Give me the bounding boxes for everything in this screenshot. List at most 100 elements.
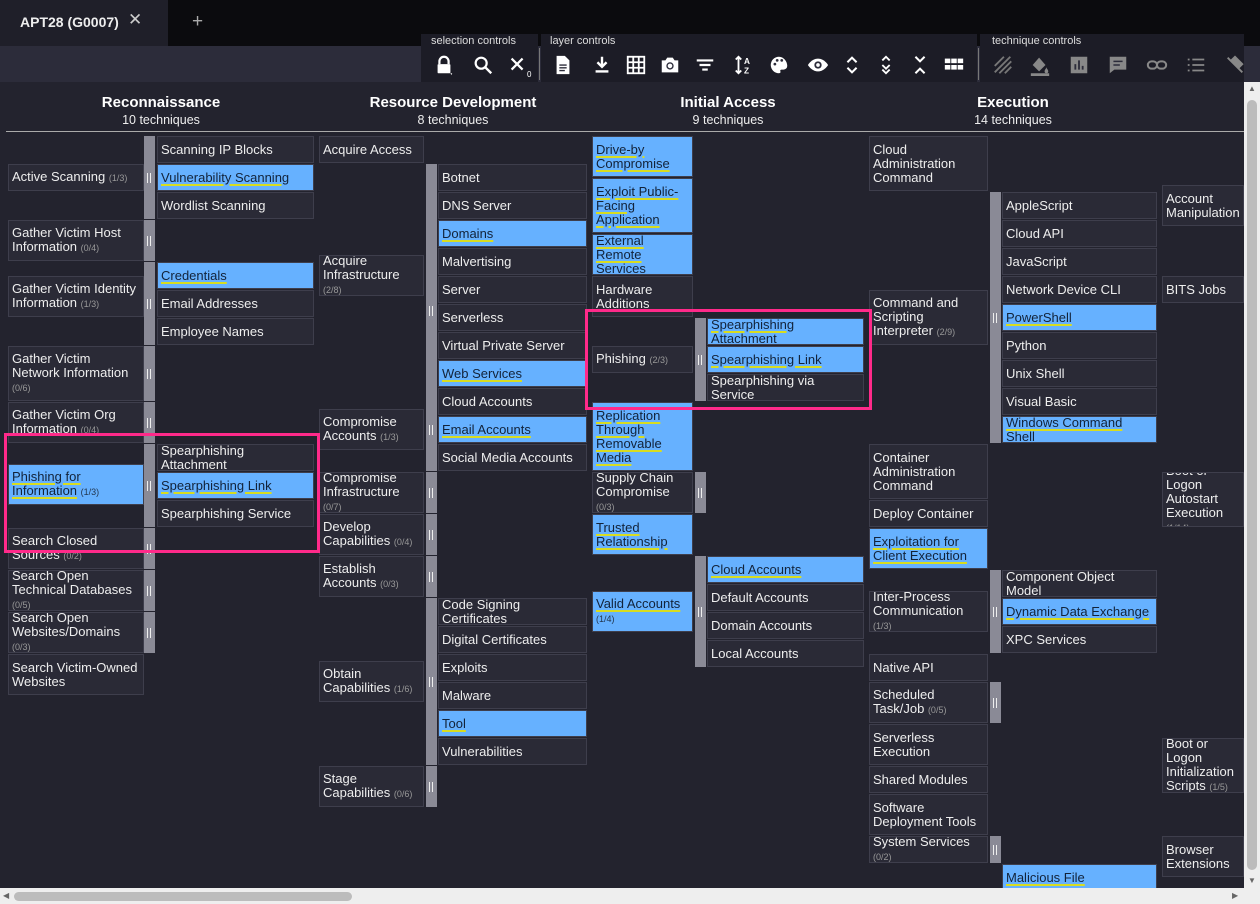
technique-cell[interactable]: Active Scanning (1/3) — [8, 164, 144, 191]
clear-annotations-icon[interactable] — [1222, 52, 1248, 78]
comment-icon[interactable] — [1105, 52, 1131, 78]
layer-tab[interactable]: APT28 (G0007) ✕ — [0, 0, 168, 46]
technique-cell[interactable]: Malvertising — [438, 248, 587, 275]
vertical-scrollbar[interactable]: ▲ ▼ — [1244, 82, 1260, 888]
technique-cell[interactable]: Visual Basic — [1002, 388, 1157, 415]
technique-cell[interactable]: System Services (0/2) — [869, 836, 988, 863]
technique-cell[interactable]: Stage Capabilities (0/6) — [319, 766, 424, 807]
technique-cell[interactable]: Obtain Capabilities (1/6) — [319, 661, 424, 702]
technique-cell[interactable]: JavaScript — [1002, 248, 1157, 275]
expand-subtechniques-icon[interactable] — [839, 52, 865, 78]
technique-cell[interactable]: Search Victim-Owned Websites — [8, 654, 144, 695]
technique-cell[interactable]: XPC Services — [1002, 626, 1157, 653]
close-tab-icon[interactable]: ✕ — [128, 10, 142, 30]
vertical-scrollbar-thumb[interactable] — [1247, 100, 1257, 870]
fill-color-icon[interactable] — [1027, 52, 1053, 78]
technique-cell[interactable]: Server — [438, 276, 587, 303]
technique-cell[interactable]: Acquire Access — [319, 136, 424, 163]
technique-cell[interactable]: PowerShell — [1002, 304, 1157, 331]
technique-cell[interactable]: AppleScript — [1002, 192, 1157, 219]
technique-cell[interactable]: Deploy Container — [869, 500, 988, 527]
tactic-header-reconnaissance[interactable]: Reconnaissance 10 techniques — [50, 94, 272, 127]
export-file-icon[interactable] — [550, 52, 576, 78]
technique-cell[interactable]: Shared Modules — [869, 766, 988, 793]
link-icon[interactable] — [1144, 52, 1170, 78]
tactic-header-initial-access[interactable]: Initial Access 9 techniques — [617, 94, 839, 127]
technique-cell[interactable]: Native API — [869, 654, 988, 681]
subtechnique-toggle[interactable] — [990, 682, 1001, 723]
subtechnique-toggle[interactable] — [990, 570, 1001, 653]
technique-cell[interactable]: Cloud Accounts — [438, 388, 587, 415]
technique-cell[interactable]: Replication Through Removable Media — [592, 402, 693, 471]
technique-cell[interactable]: Digital Certificates — [438, 626, 587, 653]
subtechnique-toggle[interactable] — [426, 472, 437, 513]
new-tab-button[interactable]: + — [192, 11, 203, 33]
technique-cell[interactable]: Email Accounts — [438, 416, 587, 443]
technique-cell[interactable]: Acquire Infrastructure (2/8) — [319, 255, 424, 296]
technique-cell[interactable]: Web Services — [438, 360, 587, 387]
subtechnique-toggle[interactable] — [426, 766, 437, 807]
subtechnique-toggle[interactable] — [144, 262, 155, 345]
technique-cell[interactable]: Browser Extensions — [1162, 836, 1244, 877]
filter-icon[interactable] — [692, 52, 718, 78]
technique-cell[interactable]: Trusted Relationship — [592, 514, 693, 555]
technique-cell[interactable]: Vulnerabilities — [438, 738, 587, 765]
technique-cell[interactable]: Supply Chain Compromise (0/3) — [592, 472, 693, 513]
technique-cell[interactable]: Gather Victim Network Information (0/6) — [8, 346, 144, 401]
eye-icon[interactable] — [805, 52, 831, 78]
collapse-subtechniques-icon[interactable] — [873, 52, 899, 78]
technique-cell[interactable]: Exploits — [438, 654, 587, 681]
subtechnique-toggle[interactable] — [426, 598, 437, 765]
subtechnique-toggle[interactable] — [144, 136, 155, 219]
technique-cell[interactable]: Compromise Accounts (1/3) — [319, 409, 424, 450]
tactic-header-execution[interactable]: Execution 14 techniques — [902, 94, 1124, 127]
scroll-left-arrow-icon[interactable]: ◀ — [3, 891, 9, 900]
download-icon[interactable] — [589, 52, 615, 78]
technique-cell[interactable]: Local Accounts — [707, 640, 864, 667]
tactic-header-resource-development[interactable]: Resource Development 8 techniques — [342, 94, 564, 127]
horizontal-scrollbar-thumb[interactable] — [14, 892, 352, 901]
subtechnique-toggle[interactable] — [144, 346, 155, 401]
technique-cell[interactable]: Dynamic Data Exchange — [1002, 598, 1157, 625]
search-icon[interactable] — [470, 52, 496, 78]
subtechnique-toggle[interactable] — [426, 388, 437, 471]
technique-cell[interactable]: DNS Server — [438, 192, 587, 219]
subtechnique-toggle[interactable] — [990, 192, 1001, 443]
technique-cell[interactable]: External Remote Services — [592, 234, 693, 275]
technique-cell[interactable]: Gather Victim Host Information (0/4) — [8, 220, 144, 261]
subtechnique-toggle[interactable] — [426, 556, 437, 597]
technique-cell[interactable]: Python — [1002, 332, 1157, 359]
technique-cell[interactable]: Valid Accounts (1/4) — [592, 591, 693, 632]
background-color-disabled-icon[interactable] — [990, 52, 1016, 78]
technique-cell[interactable]: Network Device CLI — [1002, 276, 1157, 303]
technique-cell[interactable]: Command and Scripting Interpreter (2/9) — [869, 290, 988, 345]
technique-cell[interactable]: Employee Names — [157, 318, 314, 345]
technique-cell[interactable]: Code Signing Certificates — [438, 598, 587, 625]
technique-cell[interactable]: Software Deployment Tools — [869, 794, 988, 835]
technique-cell[interactable]: Exploitation for Client Execution — [869, 528, 988, 569]
scoring-icon[interactable] — [1066, 52, 1092, 78]
technique-cell[interactable]: Boot or Logon Initialization Scripts (1/… — [1162, 738, 1244, 793]
technique-cell[interactable]: Container Administration Command — [869, 444, 988, 499]
subtechnique-toggle[interactable] — [695, 556, 706, 667]
metadata-icon[interactable] — [1183, 52, 1209, 78]
technique-cell[interactable]: Credentials — [157, 262, 314, 289]
layout-icon[interactable] — [941, 52, 967, 78]
subtechnique-toggle[interactable] — [144, 612, 155, 653]
technique-cell[interactable]: Social Media Accounts — [438, 444, 587, 471]
technique-cell[interactable]: Wordlist Scanning — [157, 192, 314, 219]
technique-cell[interactable]: Compromise Infrastructure (0/7) — [319, 472, 424, 513]
color-palette-icon[interactable] — [766, 52, 792, 78]
technique-cell[interactable]: Exploit Public-Facing Application — [592, 178, 693, 233]
technique-cell[interactable]: Scanning IP Blocks — [157, 136, 314, 163]
camera-icon[interactable] — [657, 52, 683, 78]
collapse-all-icon[interactable] — [907, 52, 933, 78]
technique-cell[interactable]: Develop Capabilities (0/4) — [319, 514, 424, 555]
technique-cell[interactable]: Gather Victim Identity Information (1/3) — [8, 276, 144, 317]
technique-cell[interactable]: Domains — [438, 220, 587, 247]
technique-cell[interactable]: Search Open Technical Databases (0/5) — [8, 570, 144, 611]
scroll-up-arrow-icon[interactable]: ▲ — [1248, 84, 1256, 93]
sort-az-icon[interactable]: AZ — [731, 52, 757, 78]
subtechnique-toggle[interactable] — [695, 472, 706, 513]
technique-cell[interactable]: Scheduled Task/Job (0/5) — [869, 682, 988, 723]
